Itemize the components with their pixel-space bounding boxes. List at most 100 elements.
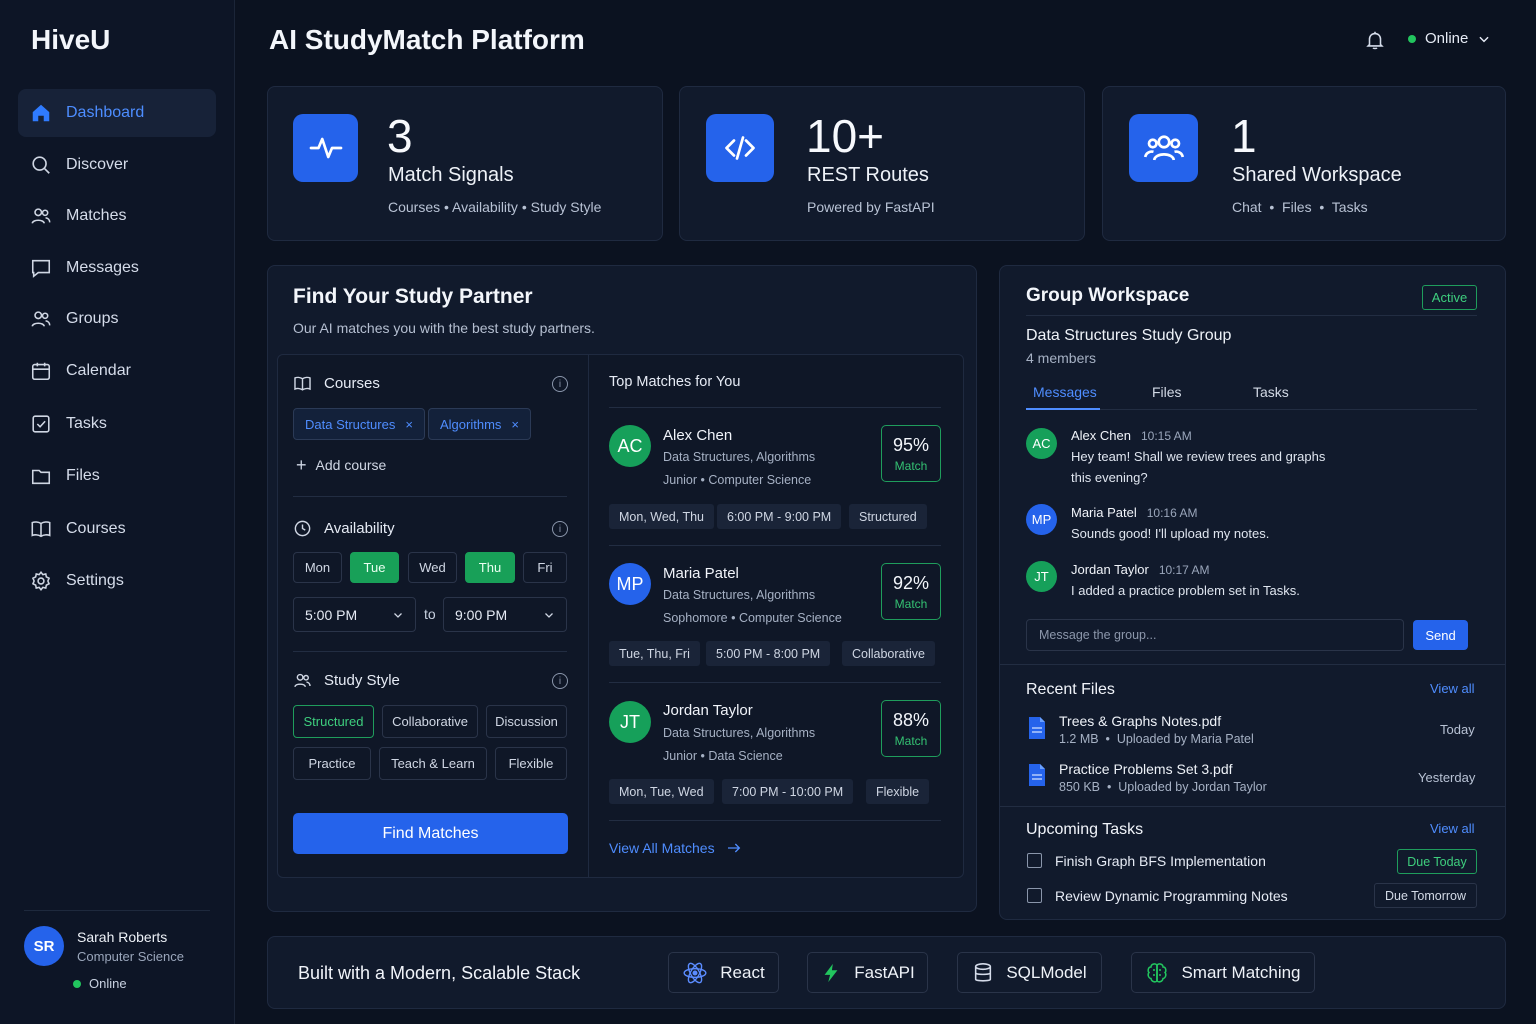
info-icon[interactable]: i (552, 673, 568, 689)
style-discussion[interactable]: Discussion (486, 705, 567, 738)
pulse-icon (293, 114, 358, 182)
message-text: Sounds good! I'll upload my notes. (1071, 526, 1270, 541)
sidebar-item-groups[interactable]: Groups (18, 295, 216, 343)
match-name[interactable]: Alex Chen (663, 427, 732, 444)
status-label: Online (1425, 30, 1469, 47)
send-button[interactable]: Send (1413, 620, 1468, 650)
stack-item-smart-matching[interactable]: Smart Matching (1131, 952, 1315, 993)
match-tag-days: Mon, Wed, Thu (609, 504, 714, 529)
close-icon[interactable]: × (405, 417, 413, 432)
avatar[interactable]: SR (24, 926, 64, 966)
course-chip[interactable]: Algorithms × (428, 408, 532, 440)
file-meta: 850 KB • Uploaded by Jordan Taylor (1059, 780, 1267, 794)
files-view-all-link[interactable]: View all (1430, 681, 1475, 696)
sidebar-item-tasks[interactable]: Tasks (18, 400, 216, 448)
tab-tasks[interactable]: Tasks (1253, 384, 1289, 400)
file-meta: 1.2 MB • Uploaded by Maria Patel (1059, 732, 1254, 746)
day-mon[interactable]: Mon (293, 552, 342, 583)
avatar[interactable]: MP (609, 563, 651, 605)
day-tue[interactable]: Tue (350, 552, 399, 583)
sidebar-item-settings[interactable]: Settings (18, 557, 216, 605)
sidebar-item-label: Dashboard (66, 104, 145, 121)
day-fri[interactable]: Fri (523, 552, 567, 583)
stat-subtext: Courses • Availability • Study Style (388, 199, 602, 215)
add-course-button[interactable]: + Add course (296, 456, 386, 474)
sidebar-item-courses[interactable]: Courses (18, 505, 216, 553)
pdf-file-icon (1028, 763, 1046, 787)
match-tag-style: Structured (849, 504, 927, 529)
avatar[interactable]: JT (1026, 561, 1057, 592)
day-thu[interactable]: Thu (465, 552, 515, 583)
avatar[interactable]: JT (609, 701, 651, 743)
close-icon[interactable]: × (511, 417, 519, 432)
user-name: Sarah Roberts (77, 929, 168, 945)
section-divider (1000, 806, 1505, 807)
stat-subtext: Powered by FastAPI (807, 199, 935, 215)
pdf-file-icon (1028, 716, 1046, 740)
sidebar-item-files[interactable]: Files (18, 452, 216, 500)
info-icon[interactable]: i (552, 376, 568, 392)
style-structured[interactable]: Structured (293, 705, 374, 738)
stack-item-sqlmodel[interactable]: SQLModel (957, 952, 1102, 993)
time-to-select[interactable]: 9:00 PM (443, 597, 567, 632)
file-name[interactable]: Trees & Graphs Notes.pdf (1059, 713, 1221, 729)
match-tag-style: Collaborative (842, 641, 935, 666)
brand-logo[interactable]: HiveU (31, 24, 110, 56)
style-flexible[interactable]: Flexible (495, 747, 567, 780)
view-all-matches-link[interactable]: View All Matches (609, 840, 743, 856)
day-wed[interactable]: Wed (408, 552, 457, 583)
time-from-select[interactable]: 5:00 PM (293, 597, 416, 632)
course-chip[interactable]: Data Structures × (293, 408, 425, 440)
avatar[interactable]: AC (1026, 428, 1057, 459)
stack-item-fastapi[interactable]: FastAPI (807, 952, 928, 993)
sidebar-item-dashboard[interactable]: Dashboard (18, 89, 216, 137)
arrow-right-icon (727, 843, 740, 853)
match-name[interactable]: Jordan Taylor (663, 702, 753, 719)
style-practice[interactable]: Practice (293, 747, 371, 780)
user-department: Computer Science (77, 949, 184, 964)
courses-label: Courses (293, 374, 380, 393)
user-status-label: Online (89, 976, 127, 991)
due-badge: Due Tomorrow (1374, 883, 1477, 908)
divider (609, 820, 941, 821)
users-icon (31, 208, 51, 224)
avatar[interactable]: AC (609, 425, 651, 467)
stat-value: 3 (387, 110, 413, 162)
tab-active-indicator (1026, 408, 1100, 410)
match-name[interactable]: Maria Patel (663, 565, 739, 582)
message-text: Hey team! Shall we review trees and grap… (1071, 449, 1326, 464)
info-icon[interactable]: i (552, 521, 568, 537)
bell-icon[interactable] (1364, 29, 1386, 51)
tab-messages[interactable]: Messages (1033, 384, 1097, 400)
sidebar-item-discover[interactable]: Discover (18, 141, 216, 189)
message-text: this evening? (1071, 470, 1148, 485)
sidebar-item-matches[interactable]: Matches (18, 192, 216, 240)
match-tag-days: Tue, Thu, Fri (609, 641, 700, 666)
divider (609, 545, 941, 546)
chevron-down-icon (394, 612, 402, 618)
stack-item-react[interactable]: React (668, 952, 779, 993)
tasks-view-all-link[interactable]: View all (1430, 821, 1475, 836)
avatar[interactable]: MP (1026, 504, 1057, 535)
tab-files[interactable]: Files (1152, 384, 1182, 400)
match-year: Junior • Computer Science (663, 473, 812, 487)
chevron-down-icon (1479, 36, 1489, 42)
task-checkbox[interactable] (1027, 853, 1042, 868)
sidebar-item-messages[interactable]: Messages (18, 244, 216, 292)
status-dropdown[interactable]: Online (1408, 30, 1491, 47)
divider (1026, 315, 1477, 316)
task-checkbox[interactable] (1027, 888, 1042, 903)
workspace-title: Group Workspace (1026, 285, 1190, 306)
clock-icon (294, 520, 311, 537)
message-input[interactable]: Message the group... (1026, 619, 1404, 651)
sidebar-item-calendar[interactable]: Calendar (18, 347, 216, 395)
bolt-icon (824, 963, 838, 982)
sidebar-item-label: Tasks (66, 415, 107, 432)
style-collaborative[interactable]: Collaborative (382, 705, 478, 738)
time-separator: to (424, 606, 436, 622)
style-teach-learn[interactable]: Teach & Learn (379, 747, 487, 780)
match-score-badge: 88% Match (881, 700, 941, 757)
match-year: Junior • Data Science (663, 749, 783, 763)
find-matches-button[interactable]: Find Matches (293, 813, 568, 854)
file-name[interactable]: Practice Problems Set 3.pdf (1059, 761, 1233, 777)
